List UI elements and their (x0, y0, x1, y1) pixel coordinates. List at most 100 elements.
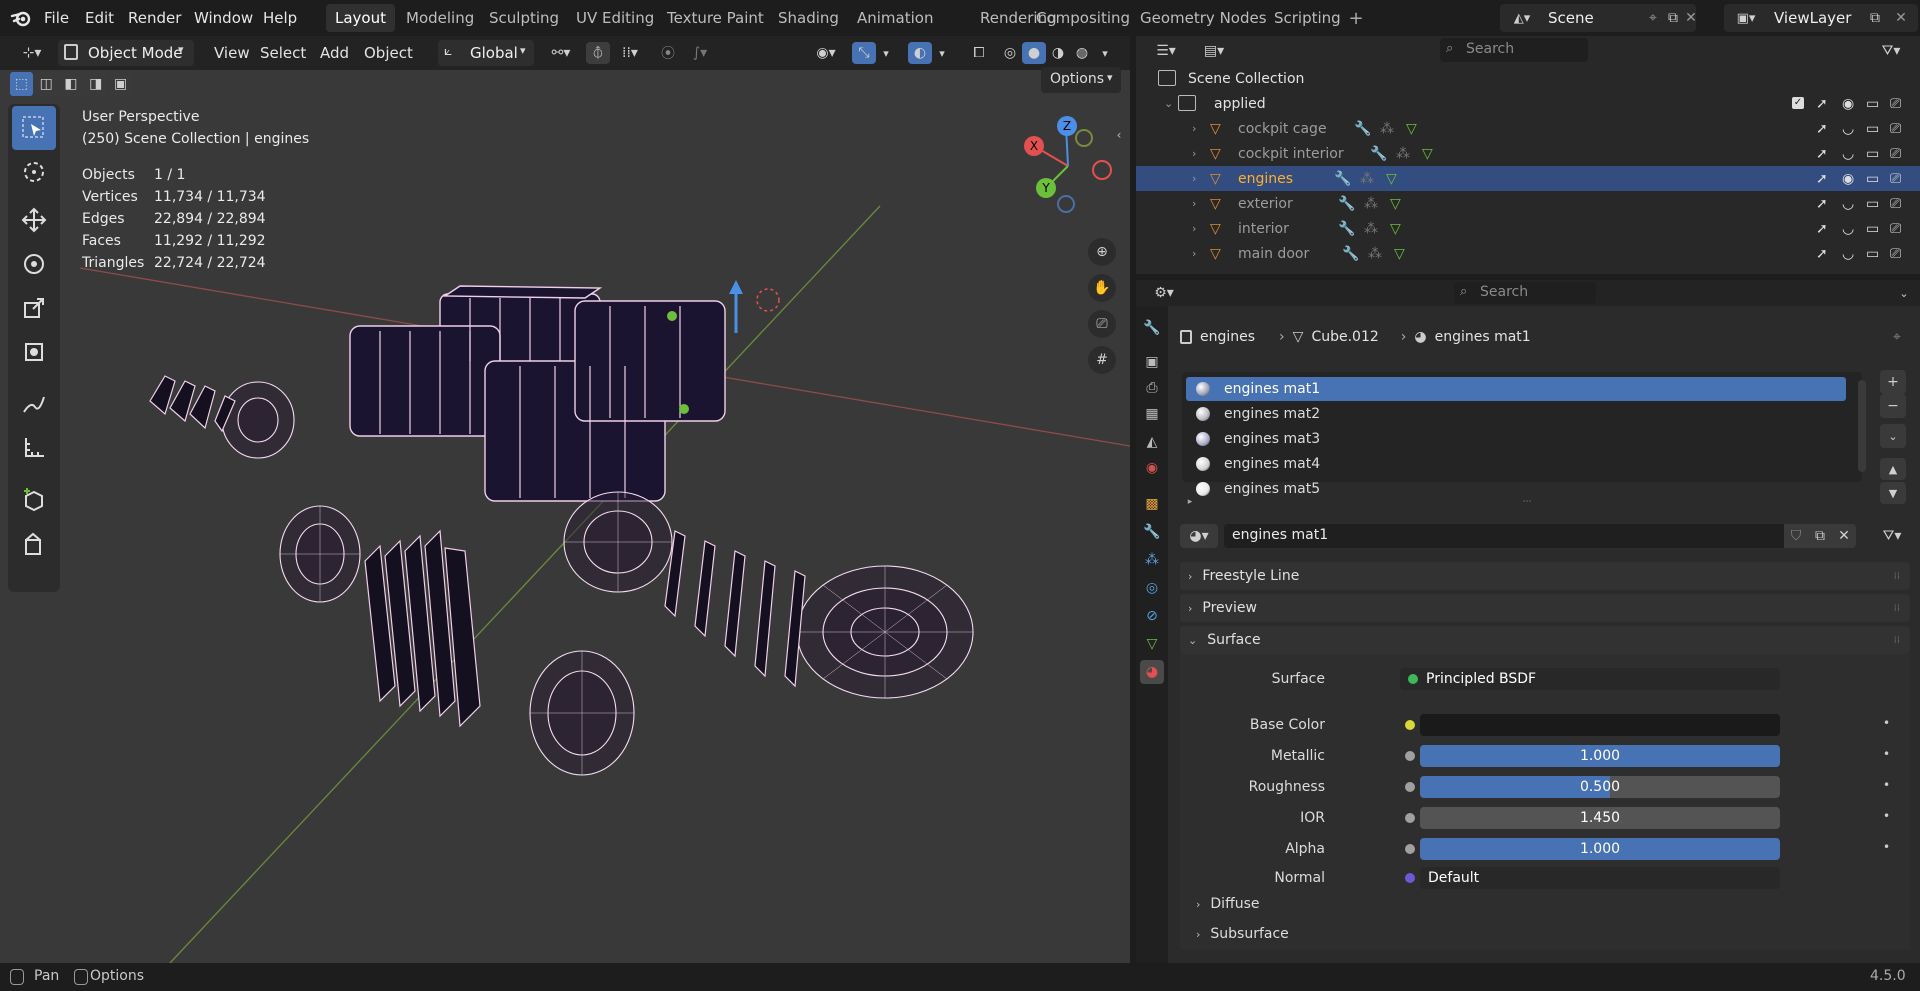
expand-chevron-icon[interactable]: › (1192, 122, 1196, 135)
particles-tab-icon[interactable]: ⁂ (1140, 548, 1164, 572)
constraints-tab-icon[interactable]: ⊘ (1140, 604, 1164, 628)
overlays-dropdown-icon[interactable]: ▾ (934, 42, 950, 64)
transform-orientation-dropdown[interactable]: ⟀ Global ▾ (438, 40, 534, 66)
workspace-tab-compositing[interactable]: Compositing (1027, 4, 1139, 32)
value-slider[interactable]: 0.500 (1420, 776, 1780, 798)
filter-icon[interactable]: ⛛▾ (1872, 40, 1910, 62)
list-scrollbar[interactable] (1858, 380, 1866, 472)
select-menu[interactable]: Select (254, 40, 312, 66)
outliner-row-cockpit-cage[interactable]: › ▽ cockpit cage 🔧 ⁂ ▽ ➚ ◡ ▭ ⎚ (1136, 116, 1920, 141)
selectable-icon[interactable]: ➚ (1816, 171, 1828, 187)
menu-render[interactable]: Render (121, 0, 188, 36)
move-slot-up-button[interactable]: ▲ (1880, 458, 1906, 480)
fake-user-icon[interactable]: ⛉ (1784, 524, 1808, 548)
select-extend-icon[interactable]: ◫ (34, 72, 58, 96)
gizmo-toggle-icon[interactable]: ⤡ (852, 42, 876, 64)
workspace-tab-uv-editing[interactable]: UV Editing (567, 4, 663, 32)
mesh-data-icon[interactable]: ▽ (1390, 221, 1401, 237)
blender-logo-icon[interactable] (8, 6, 34, 30)
outliner-row-exterior[interactable]: › ▽ exterior 🔧 ⁂ ▽ ➚ ◡ ▭ ⎚ (1136, 191, 1920, 216)
object-mode-dropdown[interactable]: Object Mode ▾ (58, 40, 194, 66)
proportional-edit-icon[interactable]: ⦿ (656, 42, 680, 64)
3d-viewport[interactable]: ⊹▾ Object Mode ▾ View Select Add Object … (0, 36, 1130, 963)
selectable-icon[interactable]: ➚ (1816, 146, 1828, 162)
gizmo-dropdown-icon[interactable]: ▾ (878, 42, 894, 64)
wireframe-shading-icon[interactable]: ◎ (998, 42, 1022, 64)
add-cube-tool-icon[interactable] (12, 478, 56, 522)
annotate-tool-icon[interactable] (12, 382, 56, 426)
input-socket-dot[interactable] (1405, 720, 1415, 730)
material-slot-item[interactable]: engines mat2 (1186, 402, 1846, 426)
menu-help[interactable]: Help (256, 0, 304, 36)
particles-icon[interactable]: ⁂ (1368, 246, 1382, 262)
scene-selector[interactable]: ◭▾ Scene ⌖ ⧉ ✕ (1500, 4, 1698, 32)
value-slider[interactable]: 1.450 (1420, 807, 1780, 829)
render-camera-icon[interactable]: ⎚ (1890, 96, 1901, 112)
eye-icon[interactable]: ◉ (1842, 96, 1854, 112)
unlink-material-icon[interactable]: ✕ (1832, 524, 1856, 548)
eye-closed-icon[interactable]: ◡ (1842, 196, 1854, 212)
menu-file[interactable]: File (37, 0, 76, 36)
eye-icon[interactable]: ◉ (1842, 171, 1854, 187)
workspace-tab-texture-paint[interactable]: Texture Paint (658, 4, 773, 32)
particles-icon[interactable]: ⁂ (1360, 171, 1374, 187)
mesh-data-icon[interactable]: ▽ (1386, 171, 1397, 187)
editor-type-icon[interactable]: ⊹▾ (14, 42, 50, 64)
add-slot-button[interactable]: + (1880, 370, 1906, 394)
value-slider[interactable]: 1.000 (1420, 838, 1780, 860)
render-camera-icon[interactable]: ⎚ (1890, 196, 1901, 212)
viewport-disable-icon[interactable]: ▭ (1866, 196, 1879, 212)
cursor-tool-icon[interactable] (12, 150, 56, 194)
particles-icon[interactable]: ⁂ (1396, 146, 1410, 162)
normal-field[interactable]: Default (1420, 867, 1780, 889)
options-dropdown[interactable]: Options ▾ (1041, 67, 1121, 93)
normal-socket-dot[interactable] (1405, 873, 1415, 883)
panel-surface-header[interactable]: ⌄ Surface ⁞⁞ (1180, 626, 1910, 654)
mesh-data-icon[interactable]: ▽ (1406, 121, 1417, 137)
workspace-tab-layout[interactable]: Layout (326, 4, 395, 32)
value-slider[interactable]: 1.000 (1420, 745, 1780, 767)
new-scene-icon[interactable]: ⧉ (1664, 8, 1682, 28)
transform-tool-icon[interactable] (12, 330, 56, 374)
expand-chevron-icon[interactable]: › (1192, 222, 1196, 235)
expand-chevron-icon[interactable]: › (1192, 147, 1196, 160)
base-color-swatch[interactable] (1420, 714, 1780, 736)
outliner-editor-type-icon[interactable]: ☰▾ (1146, 40, 1186, 62)
delete-scene-icon[interactable]: ✕ (1684, 8, 1698, 28)
select-invert-icon[interactable]: ◨ (84, 72, 108, 96)
keyframe-dot-icon[interactable]: • (1883, 840, 1890, 854)
xray-icon[interactable]: ⧠ (968, 42, 990, 64)
subpanel-diffuse[interactable]: › Diffuse (1190, 892, 1902, 916)
view-layer-tab-icon[interactable]: ▦ (1140, 402, 1164, 426)
pin-icon[interactable]: ⌖ (1886, 326, 1908, 348)
object-tab-icon[interactable]: ▩ (1140, 492, 1164, 516)
gizmo-z-axis[interactable]: Z (1057, 116, 1077, 136)
world-tab-icon[interactable]: ◉ (1140, 456, 1164, 480)
object-menu[interactable]: Object (358, 40, 419, 66)
pivot-point-icon[interactable]: ⚯▾ (543, 42, 579, 64)
workspace-tab-animation[interactable]: Animation (848, 4, 942, 32)
properties-editor-type-icon[interactable]: ⚙▾ (1144, 282, 1184, 304)
visibility-icon[interactable]: ◉▾ (808, 42, 844, 64)
outliner-row-cockpit-interior[interactable]: › ▽ cockpit interior 🔧 ⁂ ▽ ➚ ◡ ▭ ⎚ (1136, 141, 1920, 166)
input-socket-dot[interactable] (1405, 844, 1415, 854)
grid-perspective-icon[interactable]: # (1088, 346, 1116, 374)
overlays-toggle-icon[interactable]: ◐ (908, 42, 932, 64)
outliner-row-interior[interactable]: › ▽ interior 🔧 ⁂ ▽ ➚ ◡ ▭ ⎚ (1136, 216, 1920, 241)
keyframe-dot-icon[interactable]: • (1883, 747, 1890, 761)
workspace-tab-geometry-nodes[interactable]: Geometry Nodes (1131, 4, 1276, 32)
physics-tab-icon[interactable]: ◎ (1140, 576, 1164, 600)
snap-target-icon[interactable]: ⁞⁞▾ (612, 42, 648, 64)
viewport-disable-icon[interactable]: ▭ (1866, 246, 1879, 262)
keyframe-dot-icon[interactable]: • (1883, 809, 1890, 823)
render-camera-icon[interactable]: ⎚ (1890, 146, 1901, 162)
modifier-icon[interactable]: 🔧 (1370, 146, 1387, 162)
keyframe-dot-icon[interactable]: • (1883, 778, 1890, 792)
chevron-down-icon[interactable]: ⌄ (1894, 282, 1914, 304)
pin-icon[interactable]: ⌖ (1644, 8, 1662, 28)
drag-handle-icon[interactable]: ⁞⁞ (1894, 603, 1900, 614)
view-menu[interactable]: View (208, 40, 256, 66)
viewport-disable-icon[interactable]: ▭ (1866, 146, 1879, 162)
workspace-tab-sculpting[interactable]: Sculpting (480, 4, 568, 32)
tool-tab-icon[interactable]: 🔧 (1140, 316, 1164, 340)
